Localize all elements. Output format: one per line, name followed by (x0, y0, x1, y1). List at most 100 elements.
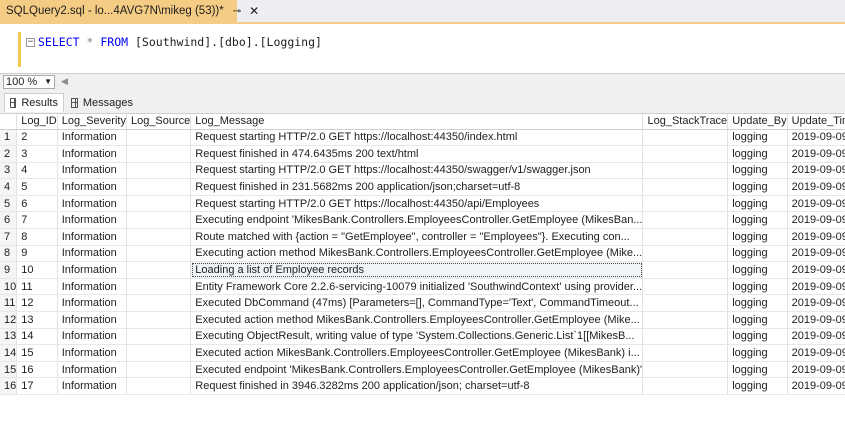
table-cell[interactable]: Information (57, 211, 127, 230)
table-cell[interactable]: 2019-09-09 06:28:58.2 (787, 344, 845, 362)
table-row[interactable]: 1 2 Information Request starting HTTP/2.0 G… (0, 129, 845, 147)
table-cell[interactable]: 2019-09-09 06:28:58.1 (787, 328, 845, 346)
table-cell[interactable]: 2019-09-09 06:28:58.2 (787, 361, 845, 379)
table-cell[interactable]: 9 (16, 245, 58, 263)
tab-results[interactable]: Results (4, 93, 64, 112)
table-cell[interactable]: 16 (16, 361, 58, 379)
table-cell[interactable]: Information (57, 162, 127, 180)
table-cell[interactable]: Information (57, 145, 127, 163)
table-cell[interactable]: Route matched with {action = "GetEmploye… (190, 228, 644, 246)
table-cell[interactable] (126, 261, 192, 279)
table-cell[interactable] (126, 228, 192, 246)
row-number-cell[interactable]: 10 (0, 278, 18, 296)
table-cell[interactable]: 2019-09-09 06:28:58.0 (787, 311, 845, 329)
table-cell[interactable] (642, 261, 729, 279)
table-cell[interactable]: Request starting HTTP/2.0 GET https://lo… (190, 129, 644, 147)
column-header-log-source[interactable]: Log_Source (126, 114, 192, 130)
table-cell[interactable]: logging (727, 377, 788, 395)
row-number-cell[interactable]: 2 (0, 145, 18, 163)
row-number-cell[interactable]: 6 (0, 211, 18, 230)
table-cell[interactable]: 17 (16, 377, 58, 395)
table-cell[interactable]: logging (727, 361, 788, 379)
scroll-left-icon[interactable]: ◀ (61, 76, 68, 87)
table-row[interactable]: 12 13 Information Executed action method Mi… (0, 311, 845, 329)
column-header-rownum[interactable] (0, 114, 18, 130)
table-cell[interactable]: 14 (16, 328, 58, 346)
table-cell[interactable] (126, 344, 192, 362)
table-cell[interactable]: logging (727, 294, 788, 313)
table-row[interactable]: 11 12 Information Executed DbCommand (47ms)… (0, 294, 845, 313)
table-cell[interactable]: 10 (16, 261, 58, 279)
table-cell[interactable]: 2019-09-09 06:28:57.9 (787, 294, 845, 313)
table-row[interactable]: 5 6 Information Request starting HTTP/2.0 G… (0, 195, 845, 213)
table-cell[interactable]: Loading a list of Employee records (190, 261, 644, 279)
table-cell[interactable]: Entity Framework Core 2.2.6-servicing-10… (190, 278, 644, 296)
table-cell[interactable] (642, 344, 729, 362)
table-cell[interactable]: logging (727, 328, 788, 346)
editor-tab-sqlquery2[interactable]: SQLQuery2.sql - lo...4AVG7N\mikeg (53))*… (0, 0, 259, 22)
table-row[interactable]: 4 5 Information Request finished in 231.568… (0, 178, 845, 196)
table-cell[interactable]: logging (727, 228, 788, 246)
table-cell[interactable]: logging (727, 195, 788, 213)
table-cell[interactable]: Information (57, 328, 127, 346)
table-cell[interactable] (126, 129, 192, 147)
close-icon[interactable]: ✕ (249, 4, 259, 18)
table-cell[interactable] (642, 162, 729, 180)
table-cell[interactable]: 2019-09-09 06:28:54.7 (787, 245, 845, 263)
table-cell[interactable]: Executed action method MikesBank.Control… (190, 311, 644, 329)
table-cell[interactable] (642, 294, 729, 313)
table-cell[interactable]: Information (57, 245, 127, 263)
column-header-log-severity[interactable]: Log_Severity (57, 114, 127, 130)
table-row[interactable]: 7 8 Information Route matched with {action … (0, 228, 845, 246)
table-cell[interactable]: 2 (16, 129, 58, 147)
table-cell[interactable]: 2019-09-09 06:28:51.7 (787, 178, 845, 196)
table-cell[interactable]: Information (57, 377, 127, 395)
table-cell[interactable]: Information (57, 294, 127, 313)
table-cell[interactable]: Information (57, 195, 127, 213)
table-cell[interactable]: 8 (16, 228, 58, 246)
table-cell[interactable]: Executing ObjectResult, writing value of… (190, 328, 644, 346)
column-header-log-id[interactable]: Log_ID (16, 114, 58, 130)
tab-messages[interactable]: Messages (66, 93, 138, 112)
table-cell[interactable]: Request finished in 231.5682ms 200 appli… (190, 178, 644, 196)
table-cell[interactable]: Request finished in 474.6435ms 200 text/… (190, 145, 644, 163)
table-cell[interactable]: logging (727, 245, 788, 263)
table-cell[interactable]: 11 (16, 278, 58, 296)
table-cell[interactable]: 15 (16, 344, 58, 362)
table-cell[interactable] (642, 311, 729, 329)
row-number-cell[interactable]: 11 (0, 294, 18, 313)
sql-code-line[interactable]: SELECT * FROM [Southwind].[dbo].[Logging… (38, 35, 322, 49)
table-cell[interactable]: Executed DbCommand (47ms) [Parameters=[]… (190, 294, 644, 313)
row-number-cell[interactable]: 5 (0, 195, 18, 213)
table-cell[interactable]: Information (57, 178, 127, 196)
table-cell[interactable] (642, 361, 729, 379)
row-number-cell[interactable]: 16 (0, 377, 18, 395)
column-header-log-stacktrace[interactable]: Log_StackTrace (642, 114, 729, 130)
pin-icon[interactable]: ⊸ (233, 6, 241, 17)
table-cell[interactable] (642, 228, 729, 246)
row-number-cell[interactable]: 7 (0, 228, 18, 246)
table-row[interactable]: 9 10 Information Loading a list of Employee… (0, 261, 845, 279)
row-number-cell[interactable]: 15 (0, 361, 18, 379)
column-header-update-time[interactable]: Update_Time (787, 114, 845, 130)
table-cell[interactable] (642, 145, 729, 163)
row-number-cell[interactable]: 1 (0, 129, 18, 147)
table-cell[interactable] (126, 377, 192, 395)
table-cell[interactable]: 12 (16, 294, 58, 313)
table-row[interactable]: 15 16 Information Executed endpoint 'MikesB… (0, 361, 845, 379)
query-editor[interactable]: − SELECT * FROM [Southwind].[dbo].[Loggi… (0, 24, 845, 71)
table-cell[interactable]: Request finished in 3946.3282ms 200 appl… (190, 377, 644, 395)
table-cell[interactable] (642, 278, 729, 296)
zoom-select[interactable]: 100 % ▼ (3, 75, 55, 89)
table-cell[interactable] (126, 278, 192, 296)
table-cell[interactable] (126, 178, 192, 196)
table-cell[interactable]: 2019-09-09 06:28:57.5 (787, 261, 845, 279)
table-cell[interactable] (126, 162, 192, 180)
table-cell[interactable]: 2019-09-09 06:28:50.7 (787, 129, 845, 147)
table-cell[interactable]: logging (727, 145, 788, 163)
table-cell[interactable]: 5 (16, 178, 58, 196)
table-cell[interactable]: 2019-09-09 06:28:57.7 (787, 278, 845, 296)
table-cell[interactable] (642, 195, 729, 213)
table-cell[interactable]: Information (57, 129, 127, 147)
table-row[interactable]: 6 7 Information Executing endpoint 'MikesBa… (0, 211, 845, 230)
